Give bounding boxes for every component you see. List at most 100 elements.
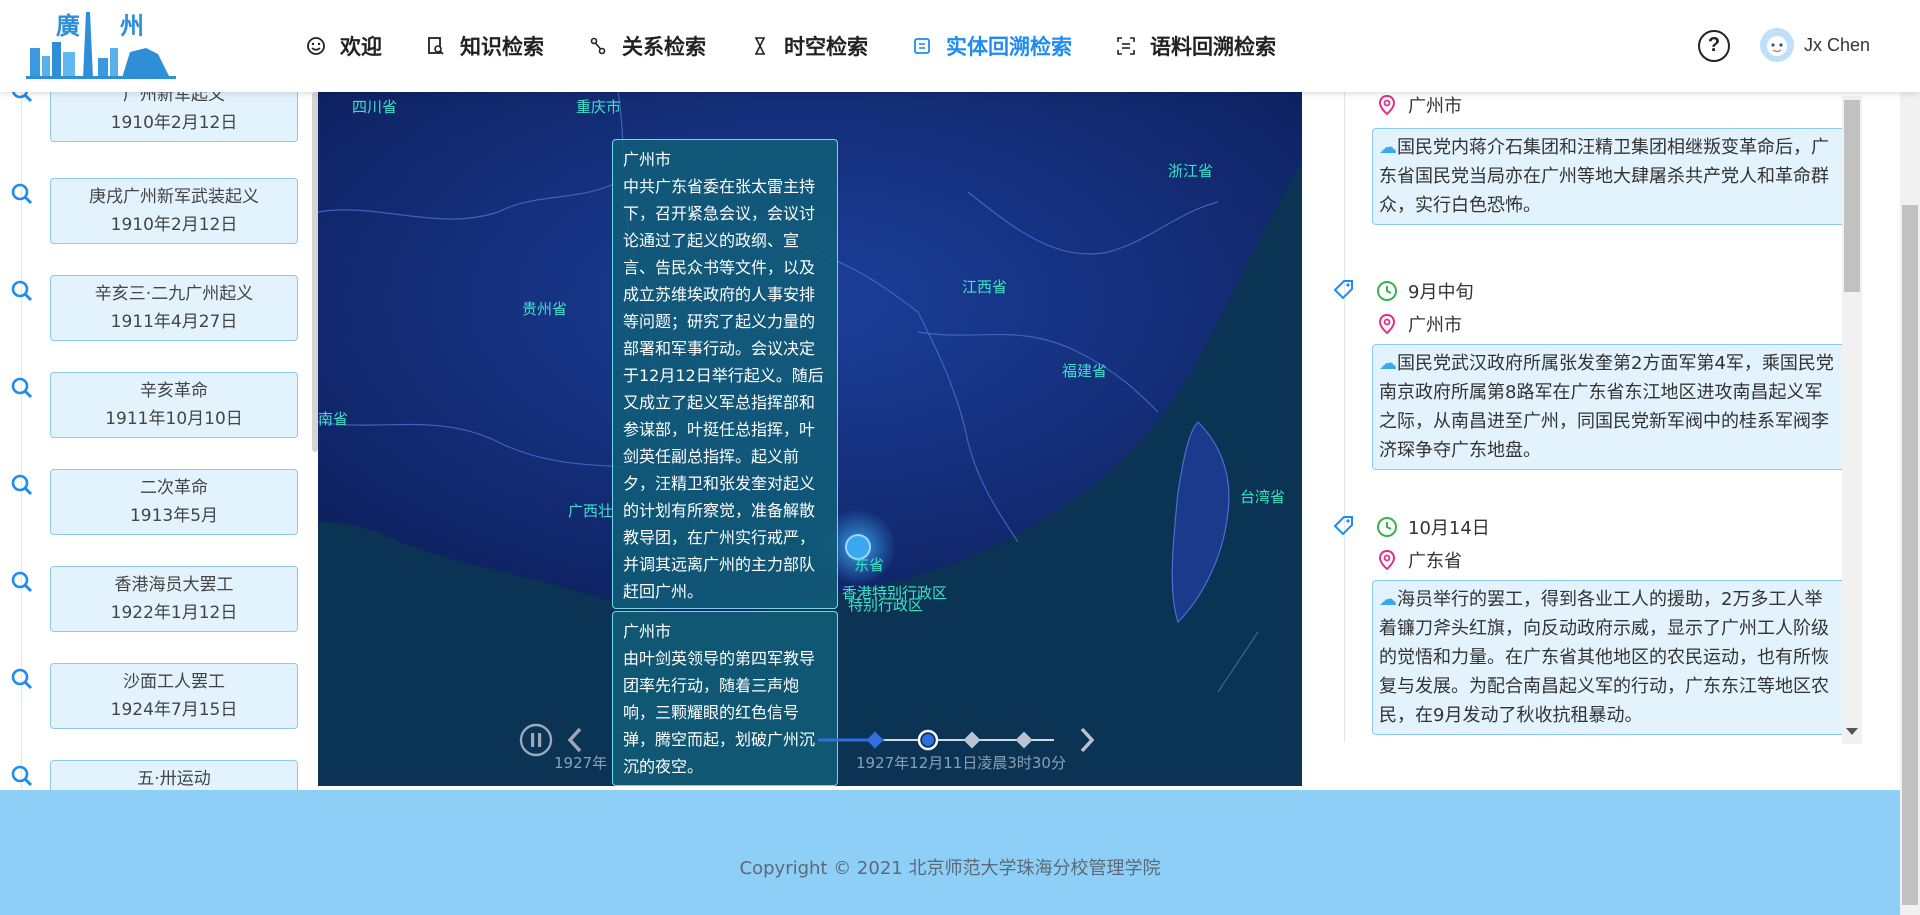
province-label: 南省 — [318, 410, 349, 428]
search-icon[interactable] — [10, 376, 34, 404]
entry-place-row: 广东省 — [1376, 547, 1462, 573]
help-icon: ? — [1707, 34, 1721, 56]
event-name: 二次革命 — [140, 478, 208, 498]
document-search-icon — [426, 36, 446, 56]
entry-time-row: 10月14日 — [1376, 514, 1490, 540]
province-label: 特别行政区 — [848, 596, 924, 614]
entry-time: 9月中旬 — [1408, 282, 1474, 303]
province-label: 东省 — [854, 556, 885, 574]
event-date: 1924年7月15日 — [110, 700, 238, 720]
nav-relation-search[interactable]: 关系检索 — [588, 22, 706, 70]
location-pin-icon — [1376, 549, 1398, 571]
province-label: 广西壮 — [568, 502, 614, 520]
province-label: 台湾省 — [1240, 488, 1286, 506]
popup-text: 中共广东省委在张太雷主持下，召开紧急会议，会议讨论通过了起义的政纲、宣言、告民众… — [623, 177, 824, 601]
avatar — [1760, 28, 1794, 62]
list-item[interactable]: 辛亥革命 1911年10月10日 — [0, 372, 310, 438]
cloud-icon: ☁ — [1379, 137, 1397, 158]
timeline-next-button[interactable] — [1076, 726, 1098, 758]
event-card[interactable]: 庚戌广州新军武装起义 1910年2月12日 — [50, 178, 298, 244]
timeline-node — [866, 731, 884, 749]
nav-spacetime-search-label: 时空检索 — [784, 35, 868, 59]
scroll-down-arrow-icon[interactable] — [1846, 728, 1858, 735]
event-card[interactable]: 香港海员大罢工 1922年1月12日 — [50, 566, 298, 632]
tag-icon — [1332, 514, 1356, 542]
search-icon[interactable] — [10, 570, 34, 598]
chevron-left-icon — [567, 727, 582, 753]
nav-relation-search-label: 关系检索 — [622, 35, 706, 59]
guangzhou-logo[interactable]: 廣 州 — [26, 8, 176, 80]
event-name: 广州新军起义 — [123, 92, 225, 105]
search-icon[interactable] — [10, 667, 34, 695]
nav-entity-trace-search-label: 实体回溯检索 — [946, 35, 1072, 59]
search-icon[interactable] — [10, 182, 34, 210]
popup-place: 广州市 — [623, 622, 672, 641]
event-name: 香港海员大罢工 — [114, 575, 234, 595]
nav-entity-trace-search[interactable]: 实体回溯检索 — [912, 22, 1072, 70]
chevron-right-icon — [1080, 727, 1095, 753]
search-icon[interactable] — [10, 279, 34, 307]
event-date: 1922年1月12日 — [110, 603, 238, 623]
list-item[interactable]: 五·卅运动 — [0, 760, 310, 790]
entry-description: ☁国民党武汉政府所属张发奎第2方面军第4军，乘国民党南京政府所属第8路军在广东省… — [1372, 344, 1846, 470]
window-scrollbar-thumb[interactable] — [1902, 205, 1918, 905]
user-menu[interactable]: Jx Chen — [1760, 28, 1870, 62]
pause-button[interactable] — [518, 722, 554, 762]
event-name: 庚戌广州新军武装起义 — [89, 187, 259, 207]
entry-place-row: 广州市 — [1376, 311, 1462, 337]
list-item[interactable]: 广州新军起义 1910年2月12日 — [0, 92, 310, 142]
event-date: 1910年2月12日 — [110, 113, 238, 133]
map-view[interactable]: 四川省 重庆市 浙江省 江西省 贵州省 福建省 南省 广西壮 台湾省 香港特别行… — [318, 92, 1302, 786]
timeline-start-label: 1927年 — [554, 754, 608, 772]
cloud-icon: ☁ — [1379, 353, 1397, 374]
timeline-node — [1015, 731, 1033, 749]
event-card[interactable]: 广州新军起义 1910年2月12日 — [50, 92, 298, 142]
province-label: 福建省 — [1062, 362, 1108, 380]
event-card[interactable]: 二次革命 1913年5月 — [50, 469, 298, 535]
event-list-panel: 广州新军起义 1910年2月12日 庚戌广州新军武装起义 1910年2月12日 … — [0, 92, 314, 790]
event-card[interactable]: 沙面工人罢工 1924年7月15日 — [50, 663, 298, 729]
location-pin-icon — [1376, 94, 1398, 116]
event-card[interactable]: 五·卅运动 — [50, 760, 298, 790]
nav-knowledge-search[interactable]: 知识检索 — [426, 22, 544, 70]
svg-text:州: 州 — [120, 11, 144, 40]
event-date: 1910年2月12日 — [110, 215, 238, 235]
clock-icon — [1376, 516, 1398, 538]
nav-spacetime-search[interactable]: 时空检索 — [750, 22, 868, 70]
list-item[interactable]: 庚戌广州新军武装起义 1910年2月12日 — [0, 178, 310, 244]
search-icon[interactable] — [10, 473, 34, 501]
svg-text:廣: 廣 — [56, 11, 80, 40]
entry-description: ☁海员举行的罢工，得到各业工人的援助，2万多工人举着镰刀斧头红旗，向反动政府示威… — [1372, 580, 1846, 735]
corpus-scan-icon — [1116, 36, 1136, 56]
list-item[interactable]: 二次革命 1913年5月 — [0, 469, 310, 535]
timeline-controls: 1927年 1927年12月11日凌晨3时30分 — [518, 722, 1218, 772]
event-name: 辛亥革命 — [140, 381, 208, 401]
nav-welcome[interactable]: 欢迎 — [306, 22, 382, 70]
event-date: 1911年10月10日 — [105, 409, 243, 429]
list-item[interactable]: 辛亥三·二九广州起义 1911年4月27日 — [0, 275, 310, 341]
entry-description: ☁国民党内蒋介石集团和汪精卫集团相继叛变革命后，广东省国民党当局亦在广州等地大肆… — [1372, 128, 1846, 225]
timeline-track[interactable] — [818, 725, 1068, 755]
event-card[interactable]: 辛亥三·二九广州起义 1911年4月27日 — [50, 275, 298, 341]
province-label: 重庆市 — [576, 98, 622, 116]
province-label: 四川省 — [352, 98, 398, 116]
event-detail-panel: 广州市 ☁国民党内蒋介石集团和汪精卫集团相继叛变革命后，广东省国民党当局亦在广州… — [1312, 92, 1864, 790]
list-item[interactable]: 香港海员大罢工 1922年1月12日 — [0, 566, 310, 632]
nav-corpus-trace-search[interactable]: 语料回溯检索 — [1116, 22, 1276, 70]
province-label: 江西省 — [962, 278, 1008, 296]
event-card[interactable]: 辛亥革命 1911年10月10日 — [50, 372, 298, 438]
search-icon[interactable] — [10, 764, 34, 790]
entry-description-text: 国民党内蒋介石集团和汪精卫集团相继叛变革命后，广东省国民党当局亦在广州等地大肆屠… — [1379, 137, 1829, 216]
search-icon[interactable] — [10, 92, 34, 108]
detail-scrollbar-thumb[interactable] — [1844, 100, 1860, 292]
detail-timeline-rail — [1344, 92, 1345, 742]
entry-place: 广州市 — [1408, 315, 1462, 336]
entry-description-text: 国民党武汉政府所属张发奎第2方面军第4军，乘国民党南京政府所属第8路军在广东省东… — [1379, 353, 1834, 461]
popup-place: 广州市 — [623, 150, 672, 169]
help-button[interactable]: ? — [1698, 30, 1730, 62]
event-name: 五·卅运动 — [137, 769, 211, 789]
event-date: 1913年5月 — [129, 506, 219, 526]
timeline-node — [963, 731, 981, 749]
list-item[interactable]: 沙面工人罢工 1924年7月15日 — [0, 663, 310, 729]
smile-icon — [306, 36, 326, 56]
